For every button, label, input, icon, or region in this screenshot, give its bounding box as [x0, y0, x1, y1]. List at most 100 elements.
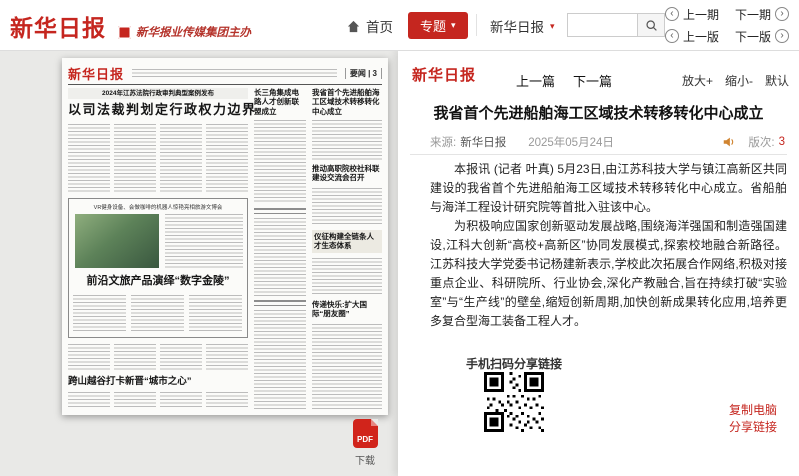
pdf-icon-label: PDF — [357, 435, 373, 444]
article-meta: 来源: 新华日报 2025年05月24日 版次: 3 — [430, 134, 785, 150]
greeked-text — [160, 344, 202, 372]
audio-speaker-icon[interactable] — [722, 135, 736, 149]
source-label: 来源: — [430, 134, 456, 150]
download-label: 下载 — [346, 452, 384, 467]
qr-code — [484, 372, 544, 432]
publisher-text: 新华报业传媒集团主办 — [136, 24, 251, 40]
zoom-controls: 放大+ 缩小- 默认 — [682, 72, 789, 89]
chevron-down-icon: ▾ — [550, 21, 555, 32]
page-row: ‹ 上一版 下一版 › — [665, 25, 789, 47]
edition-dropdown[interactable]: 新华日报 ▾ — [490, 16, 555, 36]
prev-circle-icon: ‹ — [665, 7, 679, 21]
paper-headline-bottom[interactable]: 跨山越谷打卡新晋“城市之心” — [68, 376, 248, 388]
greeked-text — [68, 124, 110, 192]
issue-row: ‹ 上一期 下一期 › — [665, 3, 789, 25]
paper-notice-line[interactable]: 2024年江苏法院行政审判典型案例发布 — [68, 88, 248, 99]
prev-circle-icon: ‹ — [665, 29, 679, 43]
prev-issue-button[interactable]: ‹ 上一期 — [665, 6, 719, 23]
download-pdf[interactable]: PDF 下载 — [346, 419, 384, 467]
article-reader-panel: 新华日报 上一篇 下一篇 放大+ 缩小- 默认 我省首个先进船舶海工区域技术转移… — [398, 50, 799, 476]
nav-topics-button[interactable]: 专题 ▾ — [408, 12, 468, 39]
prev-page-label: 上一版 — [683, 28, 719, 45]
qr-caption: 手机扫码分享链接 — [450, 355, 578, 372]
share-line-2: 分享链接 — [729, 420, 777, 434]
paper-masthead-logo: 新华日报 — [68, 64, 124, 83]
publisher-line: 新华报业传媒集团主办 — [118, 24, 251, 40]
next-circle-icon: › — [775, 29, 789, 43]
meta-divider — [410, 154, 787, 155]
seal-icon — [118, 26, 131, 39]
paper-feature-headline: 前沿文旅产品演绎“数字金陵” — [69, 275, 247, 289]
greeked-text — [68, 392, 110, 409]
greeked-text — [73, 295, 126, 333]
paper-headline-main[interactable]: 以司法裁判划定行政权力边界 — [68, 102, 248, 118]
source-value: 新华日报 — [460, 134, 506, 150]
paragraph: 为积极响应国家创新驱动发展战略,围绕海洋强国和制造强国建设,江科大创新“高校+高… — [430, 217, 787, 331]
zoom-in-button[interactable]: 放大+ — [682, 72, 713, 89]
paper-right-headline-1[interactable]: 我省首个先进船舶海工区域技术转移转化中心成立 — [312, 88, 382, 116]
paper-section-label: 要闻 | 3 — [345, 68, 382, 79]
paper-headline-mid[interactable]: 长三角集成电路人才创新联盟成立 — [254, 88, 306, 116]
next-page-button[interactable]: 下一版 › — [735, 28, 789, 45]
article-title: 我省首个先进船舶海工区域技术转移转化中心成立 — [422, 102, 775, 123]
nav-divider — [476, 14, 477, 36]
edition-label: 版次: — [748, 134, 774, 150]
greeked-text — [160, 124, 202, 192]
search-input[interactable] — [567, 13, 637, 37]
paper-right-headline-2[interactable]: 推动高职院校社科联建设交流会召开 — [312, 164, 382, 183]
top-header: 新华日报 新华报业传媒集团主办 首页 专题 ▾ 新华日报 ▾ — [0, 0, 799, 51]
nav-home-label: 首页 — [366, 16, 393, 36]
next-circle-icon: › — [775, 7, 789, 21]
app-window: 新华日报 新华报业传媒集团主办 首页 专题 ▾ 新华日报 ▾ — [0, 0, 799, 476]
greeked-text — [189, 295, 242, 333]
paper-feature-box[interactable]: VR健身设备、会做咖啡的机器人惊艳亮相旅游文博会 前沿文旅产品演绎“数字金陵” — [68, 198, 248, 338]
search-box — [567, 13, 665, 37]
greeked-text — [312, 120, 382, 160]
zoom-out-button[interactable]: 缩小- — [725, 72, 753, 89]
next-article-link[interactable]: 下一篇 — [573, 71, 612, 90]
greeked-text — [114, 124, 156, 192]
greeked-text — [206, 124, 248, 192]
greeked-text — [206, 344, 248, 372]
paper-feature-kicker: VR健身设备、会做咖啡的机器人惊艳亮相旅游文博会 — [73, 203, 243, 211]
greeked-text — [312, 258, 382, 296]
share-line-1: 复制电脑 — [729, 403, 777, 417]
greeked-text — [68, 344, 110, 372]
greeked-text — [114, 344, 156, 372]
greeked-text — [131, 295, 184, 333]
greeked-subhead — [254, 300, 306, 306]
article-body: 本报讯 (记者 叶真) 5月23日,由江苏科技大学与镇江高新区共同建设的我省首个… — [430, 160, 787, 331]
zoom-reset-button[interactable]: 默认 — [765, 72, 789, 89]
greeked-subhead — [254, 208, 306, 214]
greeked-text — [312, 324, 382, 409]
copy-share-link[interactable]: 复制电脑 分享链接 — [729, 402, 777, 436]
home-icon — [346, 19, 361, 34]
nav-home[interactable]: 首页 — [346, 16, 393, 36]
greeked-text — [254, 310, 306, 409]
greeked-text — [165, 214, 243, 268]
edition-value: 3 — [779, 136, 785, 148]
greeked-text — [206, 392, 248, 409]
paragraph: 本报讯 (记者 叶真) 5月23日,由江苏科技大学与镇江高新区共同建设的我省首个… — [430, 160, 787, 217]
search-button[interactable] — [637, 13, 665, 37]
greeked-text — [114, 392, 156, 409]
prev-article-link[interactable]: 上一篇 — [516, 71, 555, 90]
paper-right-headline-3[interactable]: 仪征构建全链条人才生态体系 — [312, 230, 382, 253]
greeked-text — [160, 392, 202, 409]
site-logo[interactable]: 新华日报 — [10, 9, 106, 43]
greeked-text — [254, 218, 306, 296]
paper-right-headline-4[interactable]: 传递快乐:扩大国际“朋友圈” — [312, 300, 382, 319]
article-navigation: 上一篇 下一篇 — [516, 71, 612, 90]
paper-masthead: 新华日报 要闻 | 3 — [68, 62, 382, 85]
next-issue-button[interactable]: 下一期 › — [735, 6, 789, 23]
feature-photo — [75, 214, 159, 268]
greeked-text — [132, 69, 337, 77]
search-icon — [645, 19, 658, 32]
publish-date: 2025年05月24日 — [528, 134, 614, 150]
reader-logo: 新华日报 — [412, 64, 476, 85]
prev-page-button[interactable]: ‹ 上一版 — [665, 28, 719, 45]
next-page-label: 下一版 — [735, 28, 771, 45]
issue-navigation: ‹ 上一期 下一期 › ‹ 上一版 下一版 › — [665, 3, 789, 47]
edition-dropdown-label: 新华日报 — [490, 16, 544, 36]
newspaper-page-preview[interactable]: 新华日报 要闻 | 3 2024年江苏法院行政审判典型案例发布 以司法裁判划定行… — [62, 58, 388, 415]
